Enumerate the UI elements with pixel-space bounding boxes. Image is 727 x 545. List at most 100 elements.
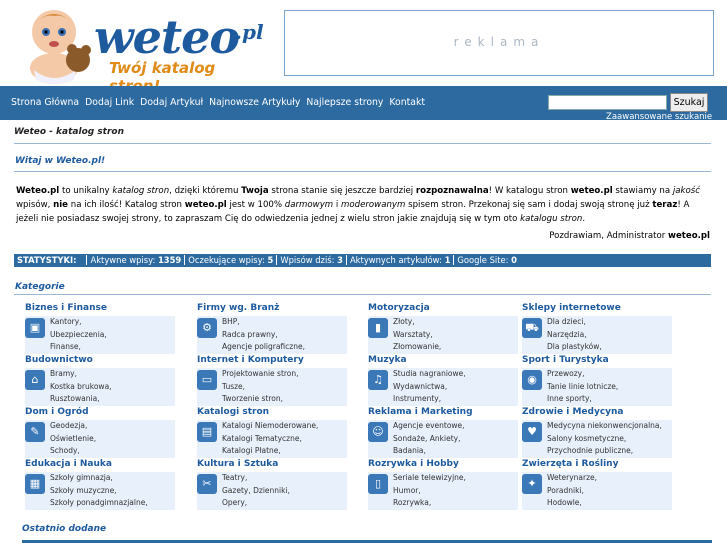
category-title[interactable]: Biznes i Finanse: [25, 303, 175, 316]
ad-label: reklama: [453, 35, 545, 49]
subcategory-link[interactable]: Przychodnie publiczne,: [547, 445, 662, 458]
subcategory-link[interactable]: Radca prawny,: [222, 329, 305, 342]
ad-banner[interactable]: reklama: [284, 10, 714, 76]
search-input[interactable]: [548, 95, 667, 110]
category-title[interactable]: Sport i Turystyka: [522, 355, 672, 368]
subcategory-link[interactable]: Teatry,: [222, 472, 290, 485]
breadcrumb: Weteo - katalog stron: [14, 127, 125, 137]
subcategory-link[interactable]: Tusze,: [222, 381, 299, 394]
subcategory-link[interactable]: Katalogi Płatne,: [222, 445, 318, 458]
subcategory-link[interactable]: Oświetlenie,: [50, 433, 96, 446]
subcategory-link[interactable]: Studia nagraniowe,: [393, 368, 466, 381]
subcategory-link[interactable]: Tworzenie stron,: [222, 393, 299, 406]
subcategory-link[interactable]: Hodowle,: [547, 497, 597, 510]
subcategory-link[interactable]: Narzędzia,: [547, 329, 602, 342]
subcategory-link[interactable]: Przewozy,: [547, 368, 618, 381]
subcategory-link[interactable]: Medycyna niekonwencjonalna,: [547, 420, 662, 433]
subcategory-link[interactable]: Seriale telewizyjne,: [393, 472, 466, 485]
divider: [14, 143, 711, 144]
subcategory-link[interactable]: Rozrywka,: [393, 497, 466, 510]
nav-item[interactable]: Najnowsze Artykuły: [209, 97, 300, 108]
search-button[interactable]: Szukaj: [670, 93, 708, 112]
category-title[interactable]: Katalogi stron: [197, 407, 347, 420]
nav-item[interactable]: Strona Główna: [11, 97, 79, 108]
subcategory-link[interactable]: Szkoły gimnazja,: [50, 472, 148, 485]
category: Edukacja i Nauka ▦ Szkoły gimnazja, Szkoły …: [25, 459, 175, 510]
category-title[interactable]: Zdrowie i Medycyna: [522, 407, 672, 420]
gears-icon: ⚙: [197, 318, 217, 338]
subcategory-link[interactable]: Poradniki,: [547, 485, 597, 498]
subcategory-link[interactable]: Sondaże, Ankiety,: [393, 433, 465, 446]
subcategory-link[interactable]: Szkoły ponadgimnazjalne,: [50, 497, 148, 510]
subcategory-link[interactable]: Warsztaty,: [393, 329, 441, 342]
subcategory-link[interactable]: Katalogi Tematyczne,: [222, 433, 318, 446]
subcategory-link[interactable]: Szkoły muzyczne,: [50, 485, 148, 498]
category-box: ▤ Katalogi Niemoderowane, Katalogi Tematyc…: [197, 420, 347, 458]
category-title[interactable]: Muzyka: [368, 355, 518, 368]
briefcase-icon: ▣: [25, 318, 45, 338]
category: Motoryzacja ▮ Złoty, Warsztaty, Złomowanie,: [368, 303, 518, 354]
category-title[interactable]: Reklama i Marketing: [368, 407, 518, 420]
subcategory-link[interactable]: Bramy,: [50, 368, 112, 381]
subcategory-link[interactable]: Złomowanie,: [393, 341, 441, 354]
people-icon: ☺: [368, 422, 388, 442]
subcategory-link[interactable]: Opery,: [222, 497, 290, 510]
subcategory-link[interactable]: Projektowanie stron,: [222, 368, 299, 381]
nav-item[interactable]: Dodaj Link: [85, 97, 134, 108]
category: Muzyka ♫ Studia nagraniowe, Wydawnictwa, Ins…: [368, 355, 518, 406]
category: Sklepy internetowe ⛟ Dla dzieci, Narzędzia,…: [522, 303, 672, 354]
subcategory-link[interactable]: Dla dzieci,: [547, 316, 602, 329]
subcategory-link[interactable]: Agencje eventowe,: [393, 420, 465, 433]
document-icon: ▦: [25, 474, 45, 494]
nav-item[interactable]: Kontakt: [389, 97, 425, 108]
site-logo[interactable]: weteo .pl Twój katalog stron!: [14, 2, 264, 95]
category: Internet i Komputery ▭ Projektowanie stron…: [197, 355, 347, 406]
subcategory-link[interactable]: Dla plastyków,: [547, 341, 602, 354]
categories-title: Kategorie: [15, 282, 65, 292]
subcategory-link[interactable]: Złoty,: [393, 316, 441, 329]
category-title[interactable]: Dom i Ogród: [25, 407, 175, 420]
subcategory-link[interactable]: Humor,: [393, 485, 466, 498]
nav-item[interactable]: Najlepsze strony: [306, 97, 383, 108]
category-box: ◉ Przewozy, Tanie linie lotnicze, Inne spor…: [522, 368, 672, 406]
nav-item[interactable]: Dodaj Artykuł: [140, 97, 203, 108]
signature: Pozdrawiam, Administrator weteo.pl: [549, 231, 710, 241]
category-title[interactable]: Motoryzacja: [368, 303, 518, 316]
subcategory-link[interactable]: Gazety, Dzienniki,: [222, 485, 290, 498]
folder-icon: ▤: [197, 422, 217, 442]
category-title[interactable]: Edukacja i Nauka: [25, 459, 175, 472]
subcategory-link[interactable]: Katalogi Niemoderowane,: [222, 420, 318, 433]
subcategory-link[interactable]: Tanie linie lotnicze,: [547, 381, 618, 394]
subcategory-link[interactable]: Agencje poligraficzne,: [222, 341, 305, 354]
category-box: ▦ Szkoły gimnazja, Szkoły muzyczne, Szkoły …: [25, 472, 175, 510]
subcategory-link[interactable]: Weterynarze,: [547, 472, 597, 485]
category-box: ✦ Weterynarze, Poradniki, Hodowle,: [522, 472, 672, 510]
category: Rozrywka i Hobby ▯ Seriale telewizyjne, Hum…: [368, 459, 518, 510]
category-box: ⚙ BHP, Radca prawny, Agencje poligraficzne,: [197, 316, 347, 354]
advanced-search-link[interactable]: Zaawansowane szukanie: [606, 112, 712, 122]
subcategory-link[interactable]: Rusztowania,: [50, 393, 112, 406]
subcategory-link[interactable]: Ubezpieczenia,: [50, 329, 107, 342]
subcategory-link[interactable]: Inne sporty,: [547, 393, 618, 406]
subcategory-link[interactable]: Wydawnictwa,: [393, 381, 466, 394]
subcategory-link[interactable]: Finanse,: [50, 341, 107, 354]
category: Reklama i Marketing ☺ Agencje eventowe, Son…: [368, 407, 518, 458]
category-title[interactable]: Kultura i Sztuka: [197, 459, 347, 472]
subcategory-link[interactable]: BHP,: [222, 316, 305, 329]
subcategory-link[interactable]: Kostka brukowa,: [50, 381, 112, 394]
category-title[interactable]: Budownictwo: [25, 355, 175, 368]
category-title[interactable]: Zwierzęta i Rośliny: [522, 459, 672, 472]
subcategory-link[interactable]: Salony kosmetyczne,: [547, 433, 662, 446]
stat-item: Aktywnych artykułów: 1: [345, 255, 454, 265]
category-title[interactable]: Rozrywka i Hobby: [368, 459, 518, 472]
subcategory-link[interactable]: Instrumenty,: [393, 393, 466, 406]
subcategory-link[interactable]: Badania,: [393, 445, 465, 458]
subcategory-link[interactable]: Schody,: [50, 445, 96, 458]
recent-bar: [22, 540, 712, 543]
subcategory-link[interactable]: Kantory,: [50, 316, 107, 329]
category-title[interactable]: Internet i Komputery: [197, 355, 347, 368]
category-title[interactable]: Firmy wg. Branż: [197, 303, 347, 316]
stats-label: STATYSTYKI:: [17, 255, 77, 265]
category-title[interactable]: Sklepy internetowe: [522, 303, 672, 316]
subcategory-link[interactable]: Geodezja,: [50, 420, 96, 433]
